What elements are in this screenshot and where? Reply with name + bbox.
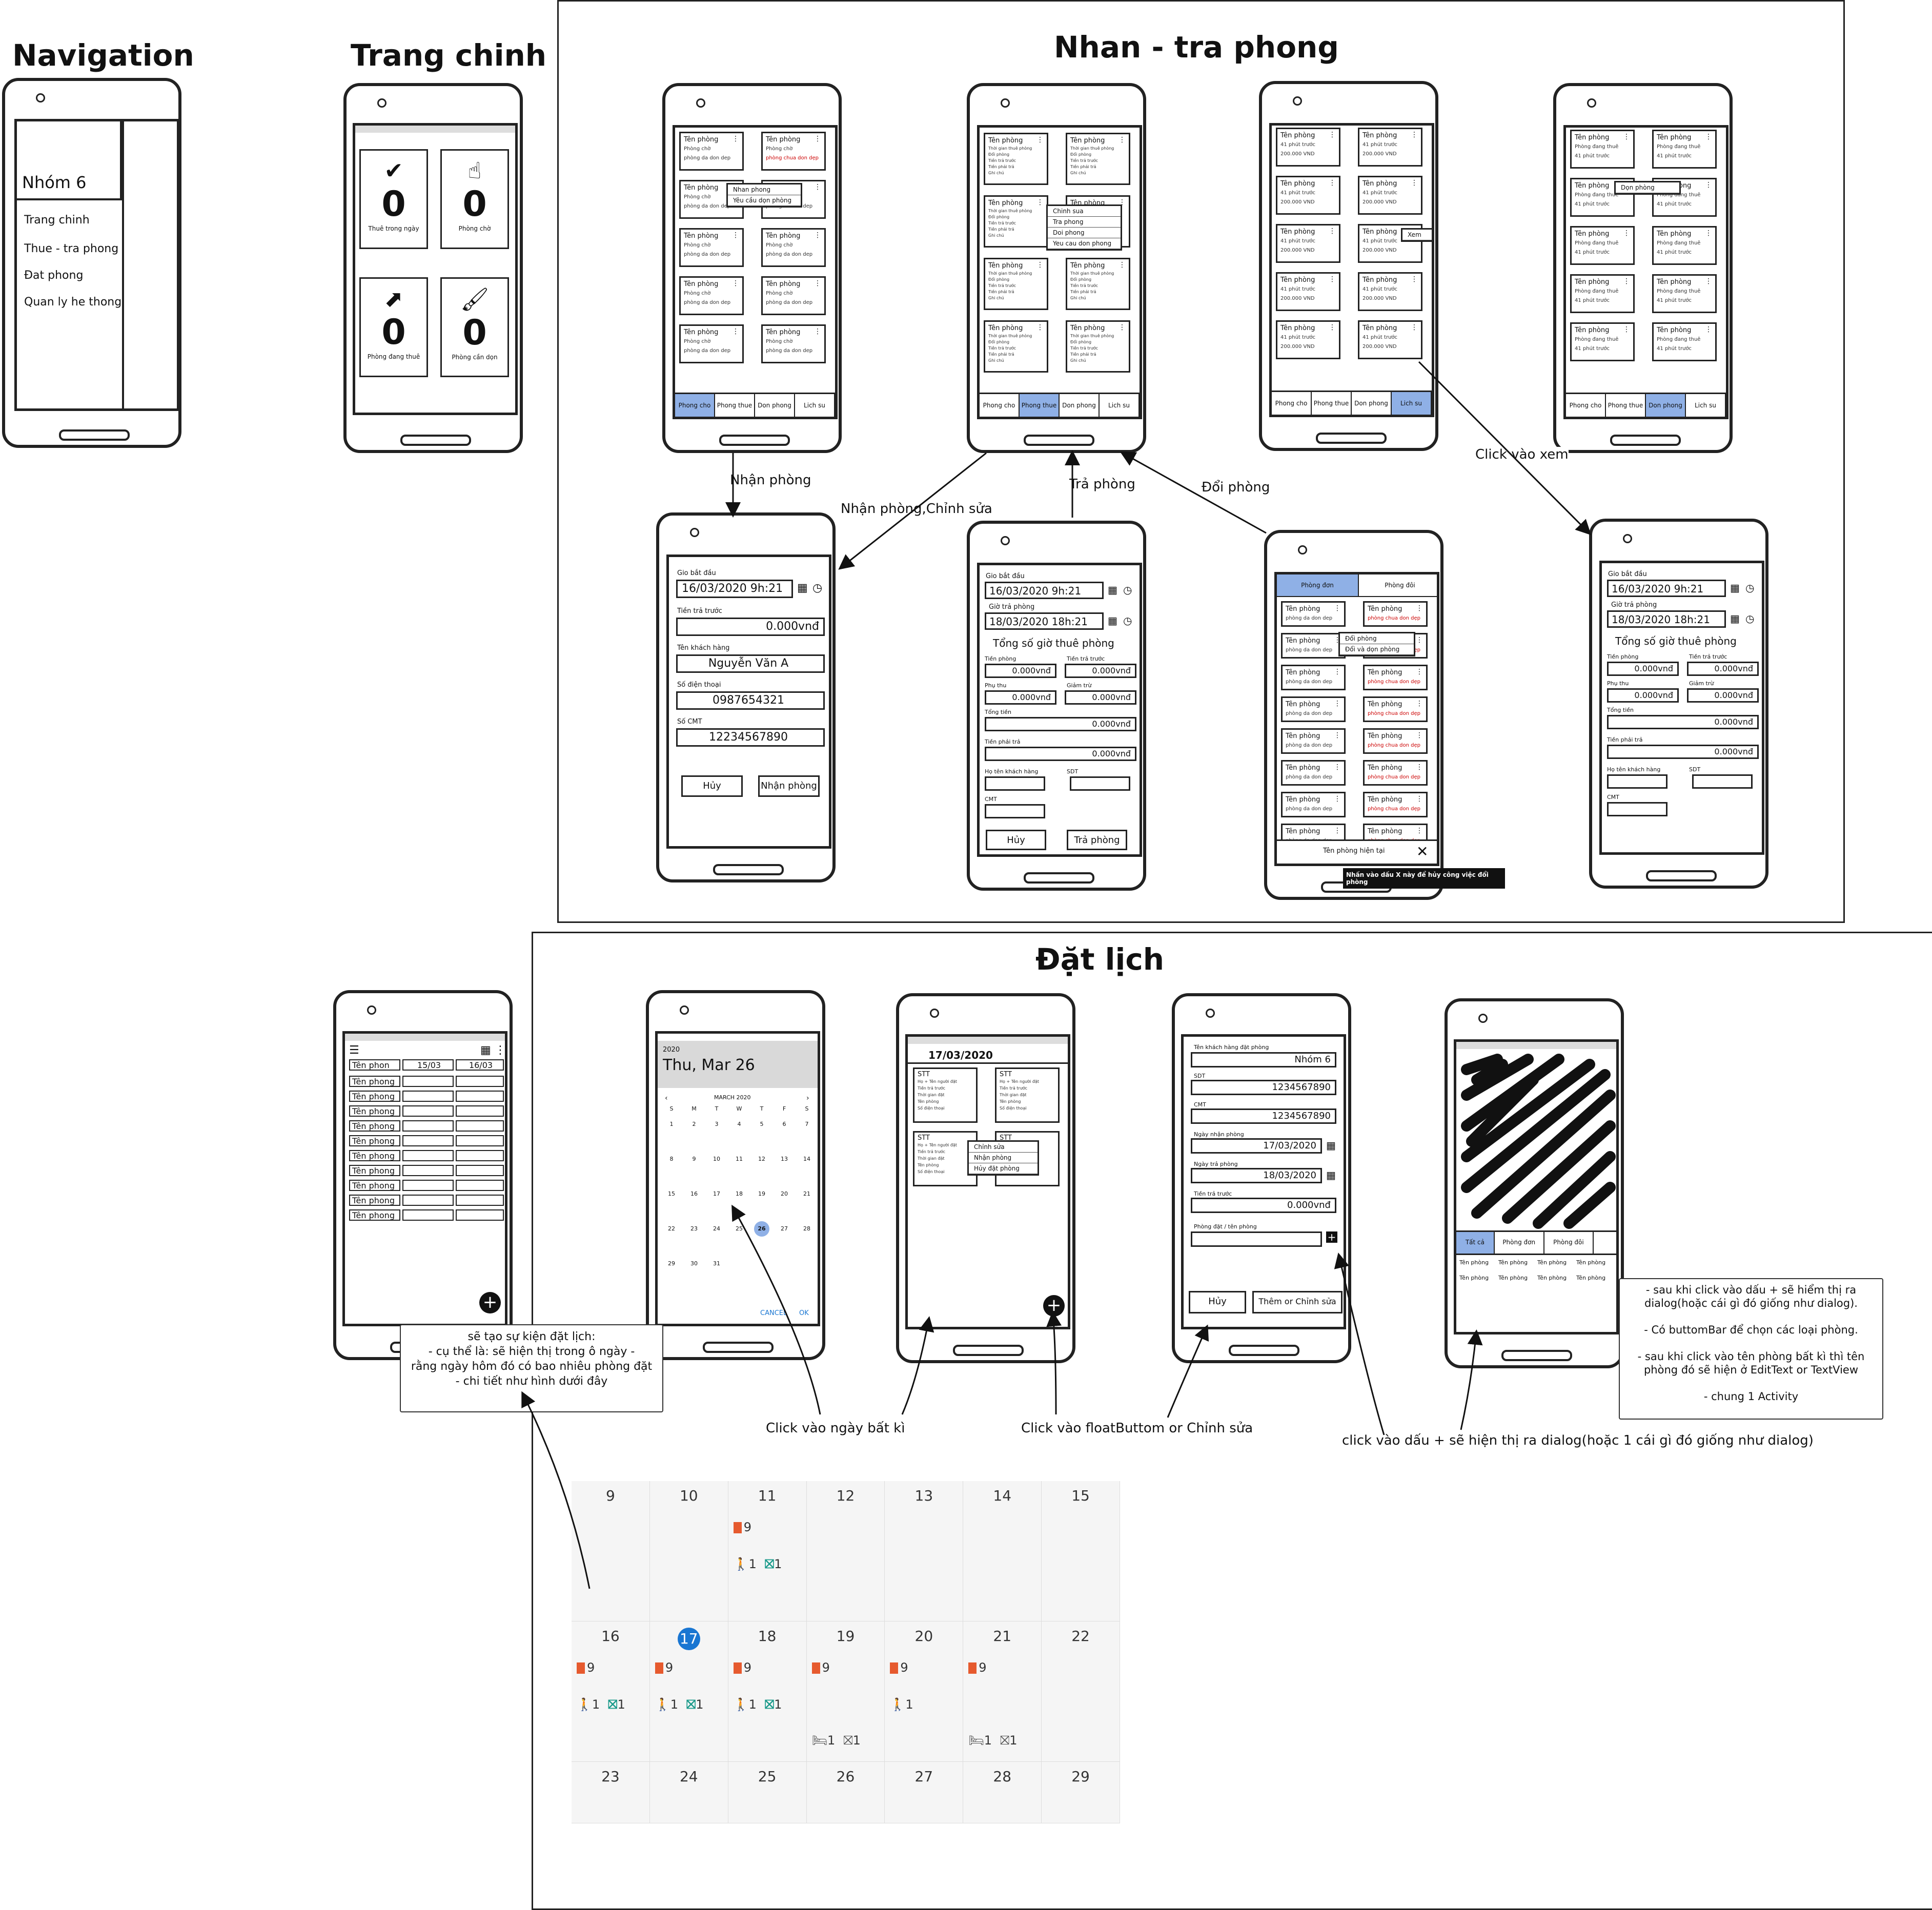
flow-connectors [521,361,1592,1589]
